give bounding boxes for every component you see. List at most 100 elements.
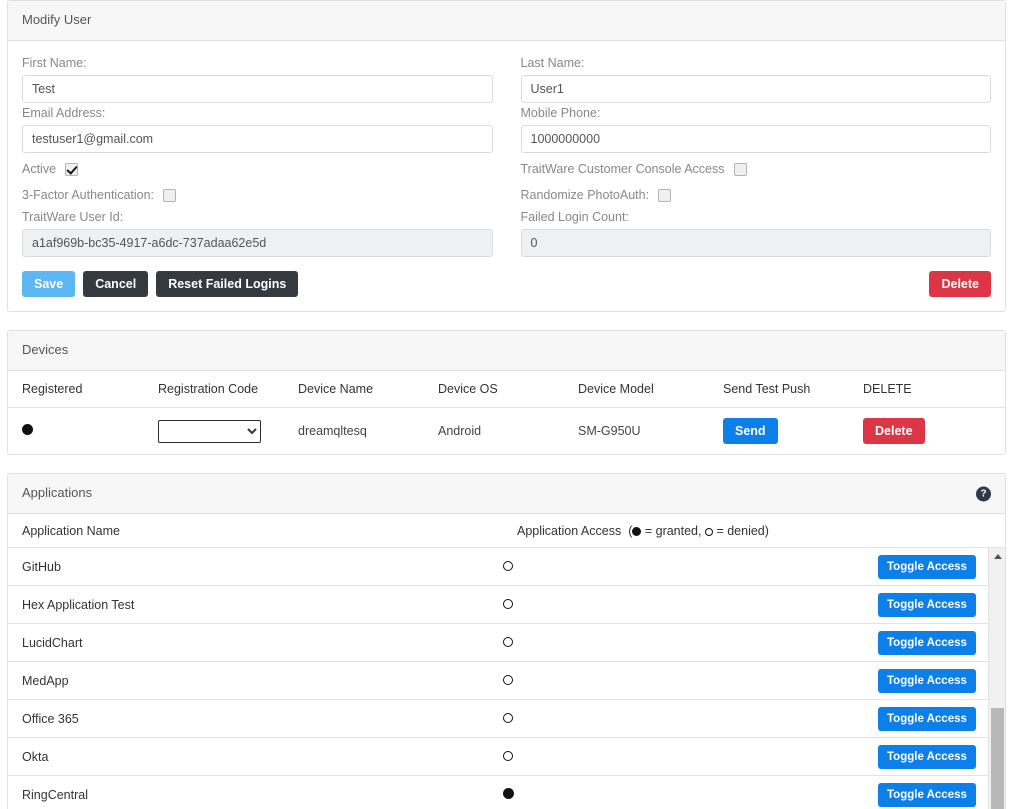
application-name: GitHub bbox=[22, 559, 61, 574]
modify-user-header: Modify User bbox=[8, 1, 1005, 41]
devices-header-row: Registered Registration Code Device Name… bbox=[8, 371, 1005, 408]
application-name: Office 365 bbox=[22, 711, 79, 726]
applications-body: Application Name Application Access ( = … bbox=[8, 514, 1005, 809]
applications-scroll-area: GitHub Toggle Access Hex Application Test T… bbox=[8, 547, 1005, 809]
delete-user-button[interactable]: Delete bbox=[929, 271, 991, 297]
delete-device-button[interactable]: Delete bbox=[863, 418, 925, 444]
last-name-label: Last Name: bbox=[520, 56, 585, 70]
three-factor-row: 3-Factor Authentication: bbox=[22, 185, 493, 205]
cancel-button[interactable]: Cancel bbox=[83, 271, 149, 297]
devices-header: Devices bbox=[8, 331, 1005, 371]
device-registered-cell bbox=[8, 408, 158, 455]
save-button[interactable]: Save bbox=[22, 271, 76, 297]
application-row: Hex Application Test Toggle Access bbox=[8, 586, 994, 624]
active-checkbox[interactable] bbox=[65, 162, 79, 176]
legend-group: ( = granted, = denied) bbox=[624, 524, 769, 538]
form-column-right: Last Name: Mobile Phone: TraitWare Custo… bbox=[520, 53, 992, 257]
devices-table: Registered Registration Code Device Name… bbox=[8, 371, 1005, 454]
application-name: Hex Application Test bbox=[22, 597, 135, 612]
toggle-access-button[interactable]: Toggle Access bbox=[878, 554, 976, 579]
toggle-access-button[interactable]: Toggle Access bbox=[878, 706, 976, 731]
legend-denied-icon bbox=[704, 528, 713, 536]
application-action-cell: Toggle Access bbox=[878, 744, 978, 769]
device-send-push-cell: Send bbox=[723, 408, 863, 455]
legend-denied-text: = denied) bbox=[716, 524, 769, 538]
access-denied-icon bbox=[503, 751, 513, 761]
table-row: dreamqltesq Android SM-G950U Send Delete bbox=[8, 408, 1005, 455]
access-denied-icon bbox=[503, 637, 513, 647]
devices-panel: Devices Registered Registration Code Dev… bbox=[7, 330, 1006, 455]
col-delete: DELETE bbox=[863, 371, 1005, 408]
toggle-access-button[interactable]: Toggle Access bbox=[878, 782, 976, 807]
first-name-input[interactable] bbox=[22, 75, 493, 103]
failed-login-count-input bbox=[520, 229, 991, 257]
application-access-cell bbox=[503, 711, 878, 726]
application-name: RingCentral bbox=[22, 787, 89, 802]
applications-scrollbar[interactable] bbox=[988, 548, 1005, 809]
application-row: LucidChart Toggle Access bbox=[8, 624, 994, 662]
traitware-user-id-input bbox=[22, 229, 493, 257]
applications-panel: Applications ? Application Name Applicat… bbox=[7, 473, 1006, 809]
toggle-access-button[interactable]: Toggle Access bbox=[878, 668, 976, 693]
registered-granted-icon bbox=[22, 424, 33, 435]
active-row: Active bbox=[22, 159, 493, 179]
console-access-label: TraitWare Customer Console Access bbox=[520, 162, 725, 176]
three-factor-label: 3-Factor Authentication: bbox=[22, 188, 155, 202]
reset-failed-logins-button[interactable]: Reset Failed Logins bbox=[156, 271, 299, 297]
randomize-photoauth-checkbox[interactable] bbox=[658, 188, 672, 202]
application-name: LucidChart bbox=[22, 635, 83, 650]
application-access-cell bbox=[503, 559, 878, 574]
first-name-label: First Name: bbox=[22, 56, 87, 70]
access-granted-icon bbox=[503, 788, 514, 799]
toggle-access-button[interactable]: Toggle Access bbox=[878, 592, 976, 617]
scroll-up-arrow-icon[interactable] bbox=[989, 548, 1005, 565]
active-label: Active bbox=[22, 162, 57, 176]
device-model-cell: SM-G950U bbox=[578, 424, 641, 438]
device-os-cell: Android bbox=[438, 424, 482, 438]
application-action-cell: Toggle Access bbox=[878, 782, 978, 807]
email-input[interactable] bbox=[22, 125, 493, 153]
application-access-cell bbox=[503, 749, 878, 764]
help-icon[interactable]: ? bbox=[976, 486, 991, 501]
application-row: Okta Toggle Access bbox=[8, 738, 994, 776]
application-action-cell: Toggle Access bbox=[878, 630, 978, 655]
console-access-checkbox[interactable] bbox=[733, 162, 747, 176]
mobile-phone-input[interactable] bbox=[520, 125, 991, 153]
last-name-input[interactable] bbox=[520, 75, 991, 103]
access-denied-icon bbox=[503, 599, 513, 609]
application-access-cell bbox=[503, 597, 878, 612]
scrollbar-thumb[interactable] bbox=[991, 708, 1004, 809]
application-name-header: Application Name bbox=[22, 524, 120, 538]
legend-granted-icon bbox=[632, 527, 642, 536]
toggle-access-button[interactable]: Toggle Access bbox=[878, 630, 976, 655]
col-device-name: Device Name bbox=[298, 371, 438, 408]
randomize-photoauth-row: Randomize PhotoAuth: bbox=[521, 185, 992, 205]
failed-login-count-label: Failed Login Count: bbox=[520, 210, 629, 224]
device-delete-cell: Delete bbox=[863, 408, 1005, 455]
application-action-cell: Toggle Access bbox=[878, 592, 978, 617]
applications-list: GitHub Toggle Access Hex Application Test T… bbox=[8, 548, 994, 809]
traitware-user-id-label: TraitWare User Id: bbox=[22, 210, 124, 224]
application-access-cell bbox=[503, 787, 878, 802]
device-registration-code-cell bbox=[158, 408, 298, 455]
modify-user-body: First Name: Email Address: Active 3-Fact… bbox=[8, 41, 1005, 311]
mobile-phone-label: Mobile Phone: bbox=[520, 106, 601, 120]
application-row: MedApp Toggle Access bbox=[8, 662, 994, 700]
application-access-header: Application Access ( = granted, = denied… bbox=[517, 524, 1005, 538]
toggle-access-button[interactable]: Toggle Access bbox=[878, 744, 976, 769]
application-name: Okta bbox=[22, 749, 49, 764]
access-denied-icon bbox=[503, 713, 513, 723]
access-denied-icon bbox=[503, 675, 513, 685]
application-row: RingCentral Toggle Access bbox=[8, 776, 994, 809]
col-registered: Registered bbox=[8, 371, 158, 408]
application-action-cell: Toggle Access bbox=[878, 554, 978, 579]
device-name-cell: dreamqltesq bbox=[298, 424, 367, 438]
send-test-push-button[interactable]: Send bbox=[723, 418, 778, 444]
legend-granted-text: = granted, bbox=[644, 524, 702, 538]
application-access-cell bbox=[503, 635, 878, 650]
access-denied-icon bbox=[503, 561, 513, 571]
console-access-row: TraitWare Customer Console Access bbox=[521, 159, 992, 179]
application-name: MedApp bbox=[22, 673, 69, 688]
registration-code-select[interactable] bbox=[158, 419, 261, 443]
three-factor-checkbox[interactable] bbox=[163, 188, 177, 202]
